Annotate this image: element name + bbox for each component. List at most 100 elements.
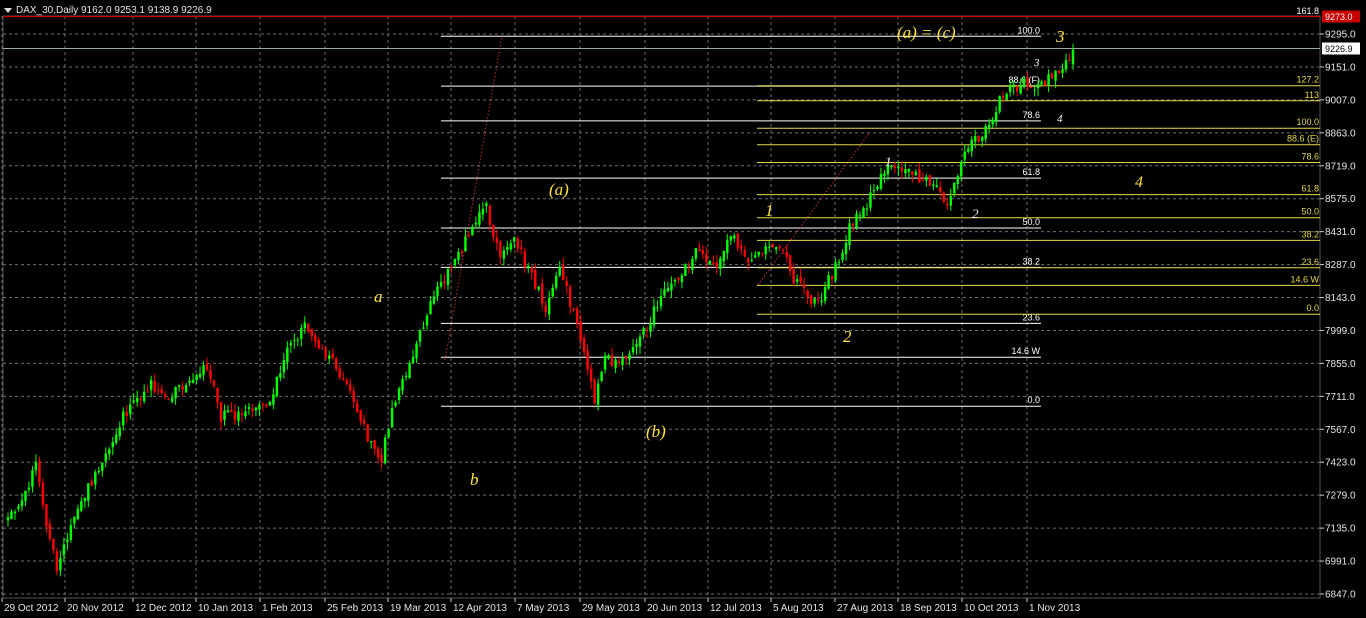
- x-tick-label: 1 Nov 2013: [1029, 603, 1081, 614]
- candle-body: [411, 356, 415, 364]
- candle-body: [495, 237, 499, 243]
- y-tick-label: 8719.0: [1325, 161, 1356, 172]
- candle-body: [893, 165, 897, 168]
- candle-body: [160, 389, 163, 394]
- candle-body: [279, 373, 282, 378]
- candle-body: [1050, 73, 1054, 79]
- candle-body: [38, 460, 41, 483]
- candle-body: [359, 410, 362, 422]
- candle-body: [1008, 85, 1012, 92]
- wave-label: 2: [972, 206, 979, 221]
- candle-body: [708, 260, 712, 265]
- candle-body: [366, 424, 369, 442]
- candle-body: [195, 375, 198, 381]
- candle-body: [705, 253, 708, 263]
- price-chart[interactable]: 9295.0 9151.0 9007.0 8863.0 8719.0 8575.0 8431…: [0, 0, 1366, 618]
- candle-body: [321, 348, 324, 350]
- candle-body: [586, 350, 589, 370]
- candle-body: [799, 276, 802, 283]
- y-tick-label: 9295.0: [1325, 30, 1356, 41]
- candle-body: [1036, 84, 1040, 89]
- candle-body: [582, 338, 586, 353]
- candle-body: [624, 356, 628, 359]
- candle-body: [422, 327, 425, 329]
- candle-body: [355, 403, 359, 412]
- x-tick-label: 27 Aug 2013: [837, 603, 894, 614]
- candle-body: [736, 233, 740, 248]
- candle-body: [142, 391, 146, 402]
- candle-body: [205, 364, 209, 371]
- candle-body: [258, 404, 261, 410]
- candle-body: [858, 215, 862, 217]
- candle-body: [670, 283, 673, 291]
- candle-body: [376, 448, 380, 458]
- candle-body: [230, 409, 233, 413]
- x-tick-label: 29 May 2013: [582, 603, 640, 614]
- candle-body: [554, 275, 558, 288]
- candle-body: [265, 404, 268, 407]
- fib-label-yellow: 113: [1305, 90, 1319, 100]
- candle-body: [523, 251, 527, 268]
- wave-label: (b): [646, 422, 666, 441]
- candle-body: [1019, 84, 1022, 94]
- candle-body: [108, 449, 111, 455]
- candle-body: [478, 212, 481, 225]
- y-tick-label: 7567.0: [1325, 425, 1356, 436]
- candle-body: [841, 252, 844, 260]
- chart-window[interactable]: 9295.0 9151.0 9007.0 8863.0 8719.0 8575.0 8431…: [0, 0, 1366, 618]
- x-tick-label: 12 Jul 2013: [710, 603, 762, 614]
- wave-label: 3: [1055, 27, 1065, 46]
- candle-body: [1012, 84, 1015, 88]
- candle-body: [544, 305, 547, 313]
- candle-body: [1068, 59, 1071, 61]
- candle-body: [87, 483, 90, 501]
- candle-body: [1026, 77, 1029, 87]
- candle-body: [1040, 81, 1043, 85]
- candle-body: [652, 306, 656, 326]
- candle-body: [432, 296, 436, 304]
- candle-body: [181, 385, 184, 390]
- candle-body: [345, 379, 348, 384]
- candle-body: [541, 283, 544, 304]
- candle-body: [289, 342, 293, 346]
- y-tick-label: 9007.0: [1325, 95, 1356, 106]
- candle-body: [300, 327, 303, 339]
- candle-body: [373, 440, 376, 449]
- candle-body: [62, 544, 66, 556]
- fib-label-yellow: 23.6: [1301, 257, 1319, 267]
- fib-label-white: 50.0: [1022, 217, 1040, 227]
- candle-body: [991, 119, 994, 125]
- x-tick-label: 10 Jan 2013: [198, 603, 253, 614]
- wave-label: 1: [885, 154, 892, 169]
- candle-body: [834, 262, 837, 281]
- candle-body: [607, 355, 610, 359]
- candle-body: [575, 308, 579, 324]
- candle-body: [767, 246, 771, 248]
- candle-body: [48, 523, 52, 539]
- candle-body: [795, 279, 799, 282]
- candle-body: [101, 462, 104, 471]
- candle-body: [446, 268, 450, 285]
- candle-body: [286, 347, 289, 363]
- dropdown-triangle-icon[interactable]: [4, 7, 12, 13]
- candle-body: [146, 390, 149, 392]
- candle-body: [673, 279, 677, 282]
- candle-body: [666, 288, 670, 292]
- wave-label: 4: [1135, 174, 1143, 191]
- candle-body: [471, 226, 474, 236]
- candle-body: [467, 234, 471, 236]
- candle-body: [761, 252, 764, 254]
- candle-body: [506, 247, 509, 250]
- candle-body: [24, 490, 27, 502]
- candle-body: [408, 363, 411, 378]
- candle-body: [579, 321, 582, 341]
- candle-body: [942, 192, 946, 202]
- candle-body: [918, 169, 921, 183]
- candle-body: [617, 361, 621, 363]
- candle-body: [561, 264, 565, 281]
- y-tick-label: 8575.0: [1325, 194, 1356, 205]
- candle-body: [293, 340, 296, 342]
- candle-body: [170, 397, 174, 402]
- candle-body: [809, 295, 813, 304]
- candle-body: [565, 280, 568, 286]
